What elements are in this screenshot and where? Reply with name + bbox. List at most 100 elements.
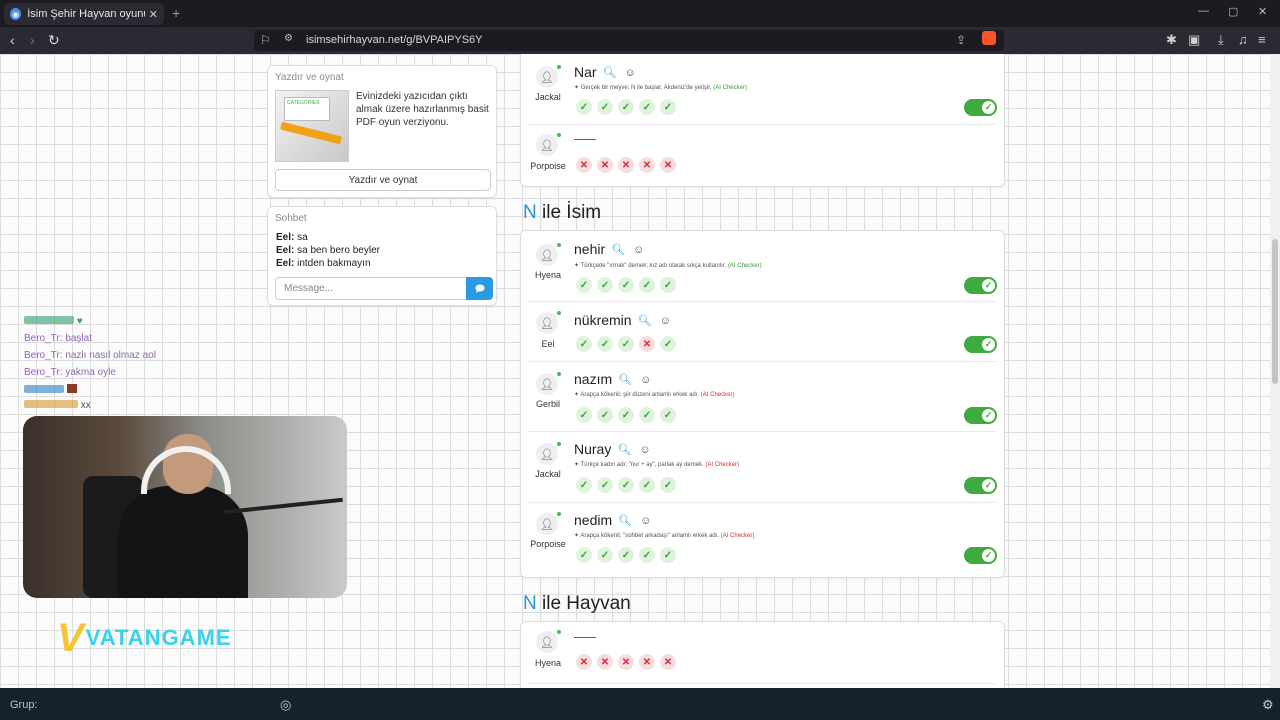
vote-approve-icon[interactable]: ✓ [618,99,634,115]
vote-approve-icon[interactable]: ✓ [618,547,634,563]
browser-tab[interactable]: ◉ İsim Şehir Hayvan oyununa katıl ✕ [4,3,164,25]
vote-approve-icon[interactable]: ✓ [618,336,634,352]
vote-approve-icon[interactable]: ✓ [618,477,634,493]
menu-icon[interactable]: ≡ [1258,32,1266,47]
emoji-icon[interactable]: ☺ [640,374,651,386]
vote-approve-icon[interactable]: ✓ [618,407,634,423]
empty-answer [574,637,596,638]
close-window-icon[interactable]: ✕ [1258,5,1267,18]
vote-approve-icon[interactable]: ✓ [639,99,655,115]
site-info-icon[interactable]: ⚙ [284,33,293,44]
stream-chat-line: Bero_Tr: nazlı nasıl olmaz aol [24,350,156,361]
emoji-icon[interactable]: ☺ [639,444,650,456]
vote-reject-icon[interactable]: ✕ [660,654,676,670]
address-bar[interactable]: ⚐ ⚙ isimsehirhayvan.net/g/BVPAIPYS6Y ⇪ [254,30,1004,51]
search-icon[interactable]: 🔍︎ [618,515,632,527]
vote-reject-icon[interactable]: ✕ [639,336,655,352]
media-icon[interactable]: ♫ [1238,32,1248,47]
vote-approve-icon[interactable]: ✓ [597,477,613,493]
vote-approve-icon[interactable]: ✓ [576,477,592,493]
send-message-button[interactable] [466,277,493,300]
vote-approve-icon[interactable]: ✓ [639,277,655,293]
vote-approve-icon[interactable]: ✓ [639,407,655,423]
vote-list: ✓ ✓ ✓ ✓ ✓ [576,477,676,493]
chat-message-input[interactable]: Message... [275,277,467,300]
user-avatar-icon: 👤︎ [536,311,561,334]
accept-toggle[interactable]: ✓ [964,547,997,564]
download-icon[interactable]: ⤓ [1218,32,1224,48]
sidebar-icon[interactable]: ▣ [1188,32,1200,48]
vote-approve-icon[interactable]: ✓ [597,336,613,352]
emoji-icon[interactable]: ☺ [640,515,651,527]
vote-approve-icon[interactable]: ✓ [639,477,655,493]
chat-message: Eel: sa ben bero beyler [276,245,380,256]
vote-approve-icon[interactable]: ✓ [618,277,634,293]
vote-reject-icon[interactable]: ✕ [576,157,592,173]
back-icon[interactable]: ‹ [10,32,15,48]
answer-row: 👤︎ Porpoise ✕ ✕ ✕ ✕ ✕ [520,126,1004,186]
accept-toggle[interactable]: ✓ [964,277,997,294]
player-name: Hyena [534,658,561,668]
vote-approve-icon[interactable]: ✓ [660,336,676,352]
search-icon[interactable]: 🔍︎ [638,315,652,327]
emoji-icon[interactable]: ☺ [625,67,636,79]
obs-icon[interactable]: ◎ [280,697,291,713]
search-icon[interactable]: 🔍︎ [617,444,631,456]
accept-toggle[interactable]: ✓ [964,407,997,424]
ai-description: ✦ Arapça kökenli; "sohbet arkadaşı" anla… [574,533,755,539]
search-icon[interactable]: 🔍︎ [603,67,617,79]
bookmark-icon[interactable]: ⚐ [260,33,271,47]
close-tab-icon[interactable]: ✕ [149,8,158,21]
search-icon[interactable]: 🔍︎ [611,244,625,256]
emoji-icon[interactable]: ☺ [660,315,671,327]
accept-toggle[interactable]: ✓ [964,477,997,494]
maximize-icon[interactable]: ▢ [1228,5,1238,18]
user-avatar-icon: 👤︎ [536,442,561,465]
accept-toggle[interactable]: ✓ [964,336,997,353]
new-tab-button[interactable]: + [172,5,180,21]
vote-approve-icon[interactable]: ✓ [576,336,592,352]
emoji-icon[interactable]: ☺ [633,244,644,256]
vote-approve-icon[interactable]: ✓ [660,277,676,293]
site-favicon-icon: ◉ [10,8,22,20]
vote-reject-icon[interactable]: ✕ [576,654,592,670]
brave-shield-icon[interactable] [982,31,996,45]
print-button[interactable]: Yazdır ve oynat [275,169,491,191]
vote-approve-icon[interactable]: ✓ [597,547,613,563]
vote-approve-icon[interactable]: ✓ [576,547,592,563]
vote-approve-icon[interactable]: ✓ [576,99,592,115]
forward-icon[interactable]: › [30,32,35,48]
vote-reject-icon[interactable]: ✕ [639,654,655,670]
settings-icon[interactable]: ⚙ [1262,697,1274,713]
accept-toggle[interactable]: ✓ [964,99,997,116]
vote-approve-icon[interactable]: ✓ [597,407,613,423]
vote-reject-icon[interactable]: ✕ [597,654,613,670]
vote-approve-icon[interactable]: ✓ [576,277,592,293]
vote-reject-icon[interactable]: ✕ [597,157,613,173]
vote-reject-icon[interactable]: ✕ [660,157,676,173]
vote-approve-icon[interactable]: ✓ [597,277,613,293]
share-icon[interactable]: ⇪ [956,33,966,47]
tab-bar: ◉ İsim Şehir Hayvan oyununa katıl ✕ + — … [0,0,1280,27]
minimize-icon[interactable]: — [1198,5,1209,17]
answer-text: nazım 🔍︎ ☺ [574,371,652,387]
page-scrollbar[interactable] [1270,54,1280,688]
vote-approve-icon[interactable]: ✓ [660,477,676,493]
scroll-thumb[interactable] [1272,239,1278,384]
vote-approve-icon[interactable]: ✓ [576,407,592,423]
answer-text: nehir 🔍︎ ☺ [574,241,645,257]
reload-icon[interactable]: ↻ [48,32,60,48]
vote-approve-icon[interactable]: ✓ [597,99,613,115]
vote-approve-icon[interactable]: ✓ [660,99,676,115]
vote-reject-icon[interactable]: ✕ [618,157,634,173]
taskbar-group-label[interactable]: Grup: [10,699,38,711]
vote-approve-icon[interactable]: ✓ [660,547,676,563]
vote-reject-icon[interactable]: ✕ [639,157,655,173]
extensions-icon[interactable]: ✱ [1166,32,1177,48]
vote-reject-icon[interactable]: ✕ [618,654,634,670]
answer-row: 👤︎ Eel nükremin 🔍︎ ☺ ✓ ✓ ✓ ✕ ✓ ✓ [520,302,1004,360]
vote-approve-icon[interactable]: ✓ [639,547,655,563]
vote-approve-icon[interactable]: ✓ [660,407,676,423]
user-avatar-icon: 👤︎ [536,65,561,88]
search-icon[interactable]: 🔍︎ [618,374,632,386]
